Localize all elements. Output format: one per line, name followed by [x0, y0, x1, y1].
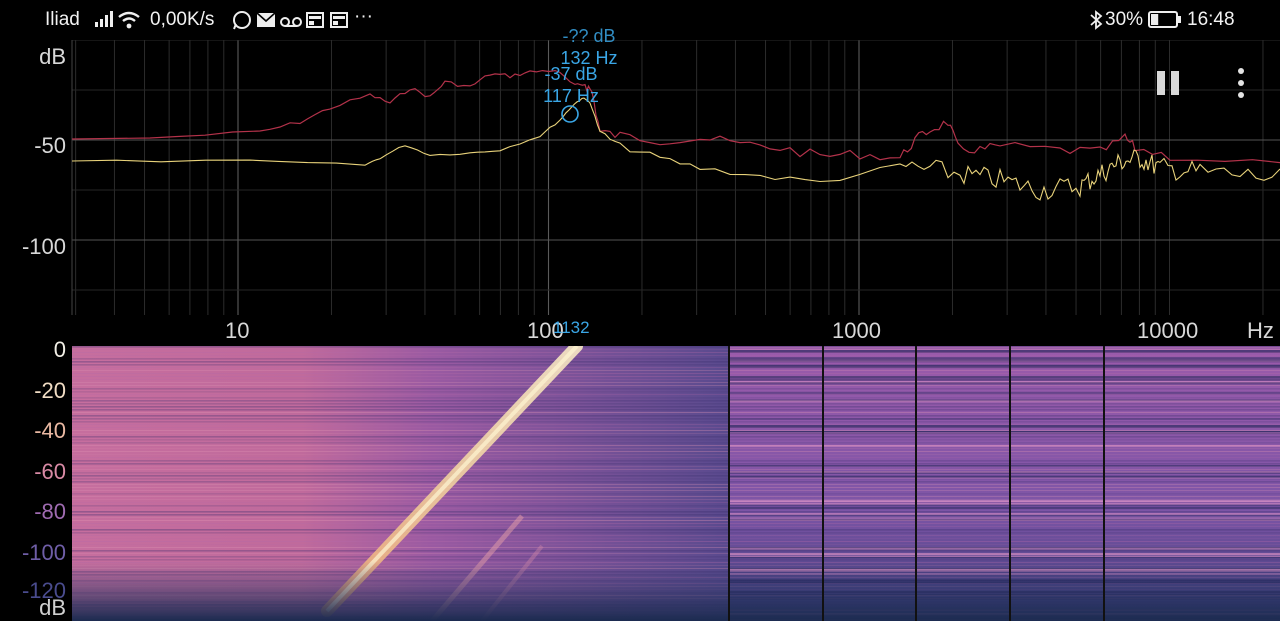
mail-icon	[256, 12, 276, 27]
spectrogram-y-unit: dB	[39, 595, 66, 620]
pause-icon[interactable]	[1157, 71, 1181, 95]
peak-marker-db: -37 dB	[544, 64, 598, 84]
battery-icon	[1148, 11, 1181, 28]
battery-percent: 30%	[1105, 9, 1144, 30]
max-hold-curve	[71, 69, 1280, 164]
carrier-name: Iliad	[45, 9, 80, 30]
spectrogram-y-tick: -40	[34, 418, 66, 443]
x-axis-unit: Hz	[1247, 318, 1274, 343]
whatsapp-icon	[233, 11, 251, 30]
x-tick-label: 10000	[1137, 318, 1199, 343]
network-speed: 0,00K/s	[150, 9, 215, 30]
y-tick-label: -100	[21, 234, 66, 259]
spectrogram[interactable]	[72, 346, 1280, 621]
bluetooth-icon	[1090, 10, 1103, 30]
spectrogram-image	[72, 346, 1280, 621]
x-tick-label: 1000	[832, 318, 881, 343]
y-tick-label: -50	[34, 133, 66, 158]
spectrogram-y-tick: 0	[53, 337, 66, 362]
status-bar: Iliad 0,00K/s ··· 30% 16:48	[0, 0, 1280, 40]
spectrogram-y-tick: -100	[21, 540, 66, 565]
wifi-icon	[118, 11, 140, 29]
spectrum-plot[interactable]: dB -50 -100 10 100 1000 10000 Hz -?? dB …	[0, 26, 1280, 343]
spectrum-graph[interactable]	[0, 40, 1280, 340]
more-notifications-icon: ···	[354, 6, 373, 27]
peak-marker-freq: 117 Hz	[543, 86, 599, 106]
voicemail-icon	[280, 17, 302, 27]
current-spectrum-curve	[71, 97, 1280, 201]
x-tick-label: 10	[225, 318, 250, 343]
y-axis-unit: dB	[39, 44, 66, 69]
news-icon	[306, 12, 324, 28]
spectrogram-y-tick: -60	[34, 459, 66, 484]
spectrogram-y-tick: -20	[34, 378, 66, 403]
more-vert-icon[interactable]	[1231, 68, 1251, 100]
clock: 16:48	[1187, 9, 1235, 30]
peak-marker-db: -?? dB	[562, 26, 616, 46]
spectrum-grid	[71, 40, 1280, 315]
news-icon	[330, 12, 348, 28]
signal-icon	[95, 11, 113, 27]
spectrogram-y-tick: -80	[34, 499, 66, 524]
cursor-frequency-label: 1132	[553, 318, 590, 337]
